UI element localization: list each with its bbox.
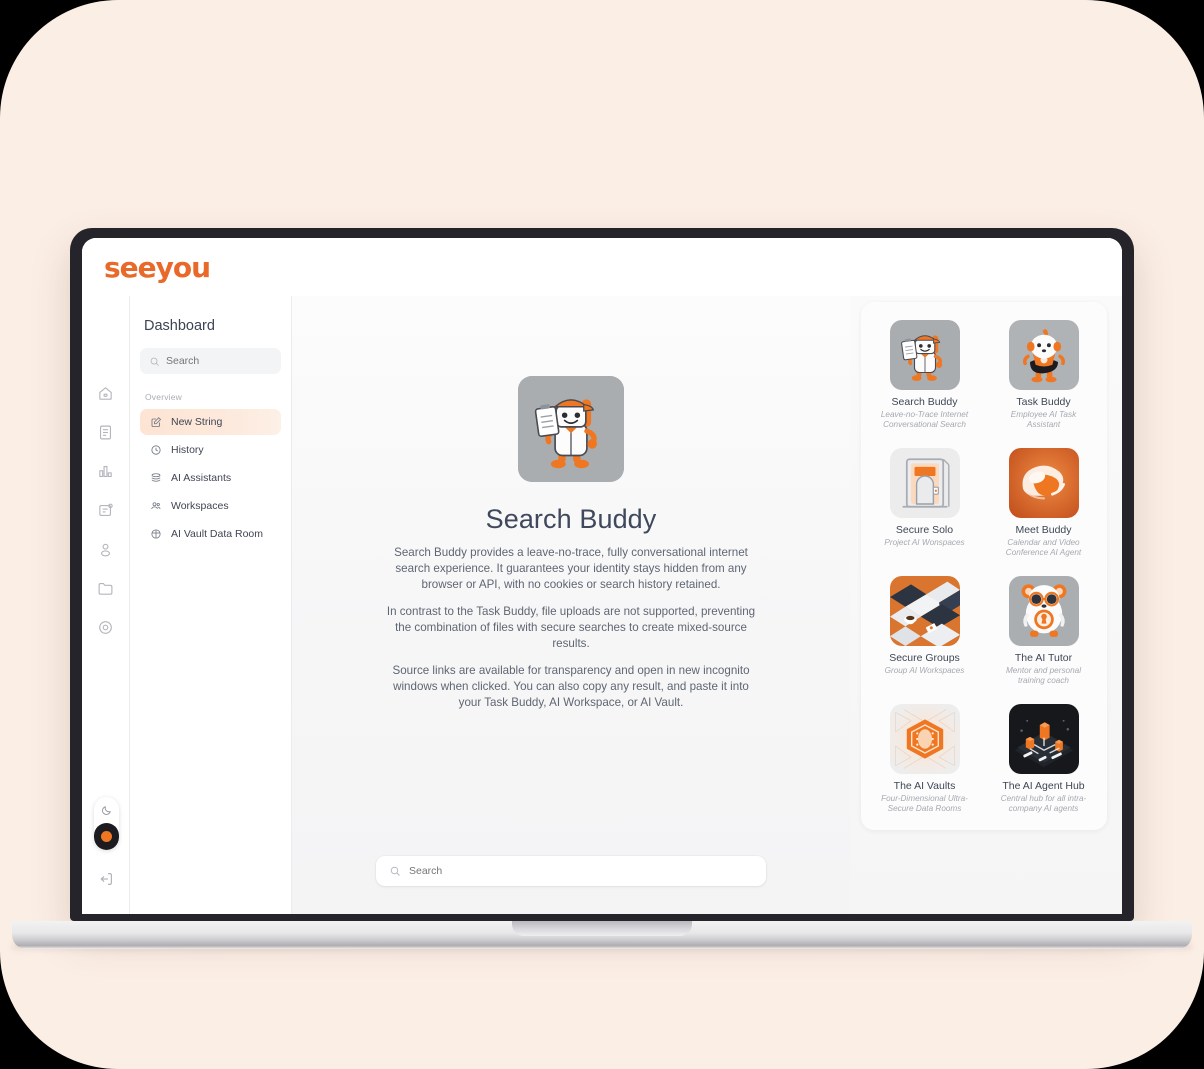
logout-icon[interactable]	[93, 866, 119, 892]
ai-vaults-thumb-icon	[889, 704, 960, 774]
assistants-sidebar: Search Buddy Leave-no-Trace Internet Con…	[850, 296, 1122, 914]
assistant-card-task-buddy[interactable]: Task Buddy Employee AI Task Assistant	[988, 320, 1099, 430]
main-search-bar[interactable]	[376, 856, 766, 886]
sidebar-item-label: New String	[171, 416, 223, 428]
assistant-desc: Mentor and personal training coach	[1005, 666, 1082, 685]
main-content: Search Buddy Search Buddy provides a lea…	[292, 296, 850, 914]
assistant-name: Secure Groups	[889, 652, 960, 664]
sidebar-search[interactable]	[140, 348, 281, 374]
icon-rail	[82, 296, 130, 914]
sidebar-nav-panel: Dashboard Overview	[130, 296, 292, 914]
sidebar-item-ai-assistants[interactable]: AI Assistants	[140, 465, 281, 491]
assistants-grid: Search Buddy Leave-no-Trace Internet Con…	[861, 302, 1107, 830]
agent-hub-thumb-icon	[1008, 704, 1079, 774]
assistant-card-ai-agent-hub[interactable]: The AI Agent Hub Central hub for all int…	[988, 704, 1099, 814]
assistant-desc: Employee AI Task Assistant	[1010, 410, 1077, 429]
edit-square-icon	[148, 415, 163, 430]
laptop-base-shadow	[12, 944, 1192, 954]
user-icon[interactable]	[91, 534, 121, 564]
target-icon[interactable]	[91, 612, 121, 642]
main-search-input[interactable]	[409, 865, 753, 877]
assistant-name: Meet Buddy	[1015, 524, 1072, 536]
sidebar-item-label: AI Vault Data Room	[171, 528, 264, 540]
hero-title: Search Buddy	[485, 504, 657, 534]
assistant-desc: Calendar and Video Conference AI Agent	[1005, 538, 1082, 557]
hero-paragraph: In contrast to the Task Buddy, file uplo…	[386, 605, 756, 650]
secure-groups-thumb-icon	[889, 576, 960, 646]
sidebar-item-label: Workspaces	[171, 500, 229, 512]
search-buddy-thumb-icon	[889, 320, 960, 390]
assistant-desc: Leave-no-Trace Internet Conversational S…	[880, 410, 969, 429]
assistant-card-ai-tutor[interactable]: The AI Tutor Mentor and personal trainin…	[988, 576, 1099, 686]
assistant-desc: Group AI Workspaces	[884, 666, 965, 675]
secure-solo-thumb-icon	[889, 448, 960, 518]
assistant-name: The AI Tutor	[1014, 652, 1073, 664]
clock-icon	[148, 443, 163, 458]
assistant-card-meet-buddy[interactable]: Meet Buddy Calendar and Video Conference…	[988, 448, 1099, 558]
assistant-card-ai-vaults[interactable]: The AI Vaults Four-Dimensional Ultra-Sec…	[869, 704, 980, 814]
chart-bar-icon[interactable]	[91, 456, 121, 486]
app-header: seeyou	[82, 238, 1122, 296]
assistant-desc: Project AI Wonspaces	[884, 538, 965, 547]
brand-logo[interactable]: seeyou	[104, 251, 211, 284]
sidebar-item-ai-vault-data-room[interactable]: AI Vault Data Room	[140, 521, 281, 547]
sidebar-item-label: AI Assistants	[171, 472, 232, 484]
app-screen: seeyou Dashboard Search Overview New Str…	[82, 238, 1122, 914]
layers-icon	[148, 471, 163, 486]
assistant-card-search-buddy[interactable]: Search Buddy Leave-no-Trace Internet Con…	[869, 320, 980, 430]
hero-paragraph: Source links are available for transpare…	[392, 664, 750, 709]
sidebar-item-history[interactable]: History	[140, 437, 281, 463]
moon-icon	[94, 797, 119, 823]
search-buddy-illustration	[518, 376, 624, 482]
assistant-name: Task Buddy	[1016, 396, 1071, 408]
search-buddy-mascot	[518, 376, 624, 482]
toggle-knob-active	[93, 823, 119, 850]
meet-buddy-thumb-icon	[1008, 448, 1079, 518]
note-badge-icon[interactable]	[91, 495, 121, 525]
folder-icon[interactable]	[91, 573, 121, 603]
sidebar-item-new-string[interactable]: New String	[140, 409, 281, 435]
globe-icon	[148, 527, 163, 542]
sidebar-item-label: History	[171, 444, 204, 456]
page-title: Dashboard	[144, 318, 215, 334]
search-icon	[390, 866, 400, 876]
document-icon[interactable]	[91, 417, 121, 447]
dark-mode-toggle[interactable]	[93, 797, 119, 850]
assistant-name: Search Buddy	[891, 396, 958, 408]
rail-bottom-controls	[82, 797, 130, 892]
sidebar-item-workspaces[interactable]: Workspaces	[140, 493, 281, 519]
laptop-notch	[512, 921, 692, 936]
assistant-name: The AI Vaults	[893, 780, 956, 792]
ai-tutor-thumb-icon	[1008, 576, 1079, 646]
assistant-card-secure-solo[interactable]: Secure Solo Project AI Wonspaces	[869, 448, 980, 558]
assistant-name: Secure Solo	[895, 524, 954, 536]
assistant-desc: Four-Dimensional Ultra-Secure Data Rooms	[881, 794, 968, 813]
toggle-dot	[100, 831, 112, 842]
hero-paragraph: Search Buddy provides a leave-no-trace, …	[394, 546, 748, 591]
laptop-mockup: seeyou Dashboard Search Overview New Str…	[12, 228, 1192, 954]
app-body: Dashboard Overview	[82, 296, 1122, 914]
assistant-card-secure-groups[interactable]: Secure Groups Group AI Workspaces	[869, 576, 980, 686]
users-icon	[148, 499, 163, 514]
assistant-name: The AI Agent Hub	[1002, 780, 1085, 792]
home-icon[interactable]	[91, 378, 121, 408]
sidebar-section-label: Overview	[145, 392, 183, 402]
page-background: seeyou Dashboard Search Overview New Str…	[0, 0, 1204, 1069]
assistant-desc: Central hub for all intra-company AI age…	[1000, 794, 1087, 813]
sidebar-search-input[interactable]	[166, 355, 272, 367]
task-buddy-thumb-icon	[1008, 320, 1079, 390]
search-icon	[150, 357, 159, 366]
